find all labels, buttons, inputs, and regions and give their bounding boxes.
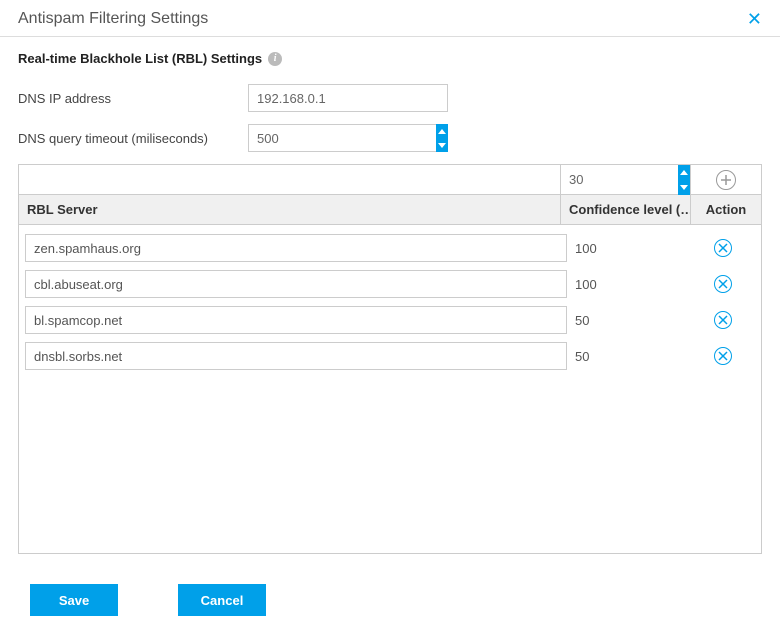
delete-button[interactable] <box>714 275 732 293</box>
confidence-value: 50 <box>567 313 691 328</box>
table-header: RBL Server Confidence level (… Action <box>19 195 761 225</box>
table-row: 50 <box>25 339 755 373</box>
confidence-value: 50 <box>567 349 691 364</box>
add-server-input[interactable] <box>19 165 560 194</box>
rbl-server-input[interactable] <box>25 306 567 334</box>
delete-icon <box>718 351 728 361</box>
add-confidence-input[interactable] <box>561 165 690 194</box>
dns-ip-input[interactable] <box>248 84 448 112</box>
dns-timeout-label: DNS query timeout (miliseconds) <box>18 131 248 146</box>
delete-icon <box>718 279 728 289</box>
cancel-button[interactable]: Cancel <box>178 584 266 616</box>
col-header-action: Action <box>691 195 761 224</box>
add-row <box>19 165 761 195</box>
table-row: 50 <box>25 303 755 337</box>
save-button[interactable]: Save <box>30 584 118 616</box>
spinner-up-icon[interactable] <box>436 124 448 138</box>
spinner-up-icon[interactable] <box>678 165 690 180</box>
spinner-down-icon[interactable] <box>436 138 448 152</box>
spinner-down-icon[interactable] <box>678 180 690 195</box>
delete-icon <box>718 315 728 325</box>
confidence-value: 100 <box>567 277 691 292</box>
close-icon[interactable]: ✕ <box>747 10 762 28</box>
delete-button[interactable] <box>714 311 732 329</box>
confidence-value: 100 <box>567 241 691 256</box>
dns-timeout-input[interactable] <box>248 124 448 152</box>
rbl-server-input[interactable] <box>25 270 567 298</box>
delete-icon <box>718 243 728 253</box>
table-row: 100 <box>25 231 755 265</box>
page-title: Antispam Filtering Settings <box>18 10 208 28</box>
section-title: Real-time Blackhole List (RBL) Settings <box>18 51 262 66</box>
col-header-server: RBL Server <box>19 195 561 224</box>
rbl-table: RBL Server Confidence level (… Action 10… <box>18 164 762 554</box>
rbl-server-input[interactable] <box>25 234 567 262</box>
col-header-confidence: Confidence level (… <box>561 195 691 224</box>
table-row: 100 <box>25 267 755 301</box>
rbl-server-input[interactable] <box>25 342 567 370</box>
delete-button[interactable] <box>714 347 732 365</box>
dns-ip-label: DNS IP address <box>18 91 248 106</box>
info-icon[interactable]: i <box>268 52 282 66</box>
add-button[interactable] <box>716 170 736 190</box>
delete-button[interactable] <box>714 239 732 257</box>
plus-icon <box>721 175 731 185</box>
